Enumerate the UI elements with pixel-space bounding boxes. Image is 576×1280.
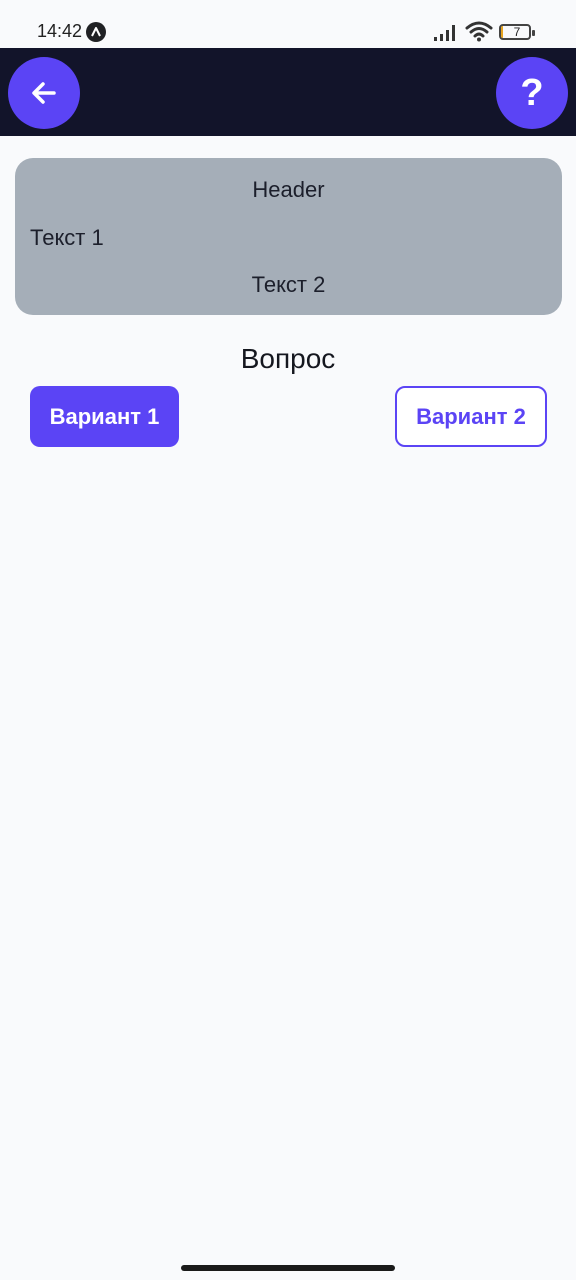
battery-level: 7: [513, 25, 521, 39]
app-bar: ?: [0, 48, 576, 136]
option-2-button[interactable]: Вариант 2: [395, 386, 547, 447]
card-text-2: Текст 2: [251, 272, 326, 297]
back-button[interactable]: [8, 57, 80, 129]
battery-icon: 7: [499, 22, 535, 42]
card-text-1: Текст 1: [30, 225, 104, 250]
help-button[interactable]: ?: [496, 57, 568, 129]
arrow-left-icon: [32, 82, 56, 104]
app-badge-icon: [86, 22, 106, 42]
signal-icon: [434, 25, 455, 41]
question-text: Вопрос: [240, 343, 336, 374]
question-mark-icon: ?: [520, 72, 544, 114]
card-header: Header: [252, 177, 325, 202]
home-indicator[interactable]: [181, 1265, 395, 1271]
info-card: Header Текст 1 Текст 2: [15, 158, 562, 315]
status-bar: 14:42 7: [0, 0, 576, 48]
option-1-button[interactable]: Вариант 1: [30, 386, 179, 447]
status-time: 14:42: [37, 21, 83, 41]
wifi-icon: [465, 21, 493, 42]
